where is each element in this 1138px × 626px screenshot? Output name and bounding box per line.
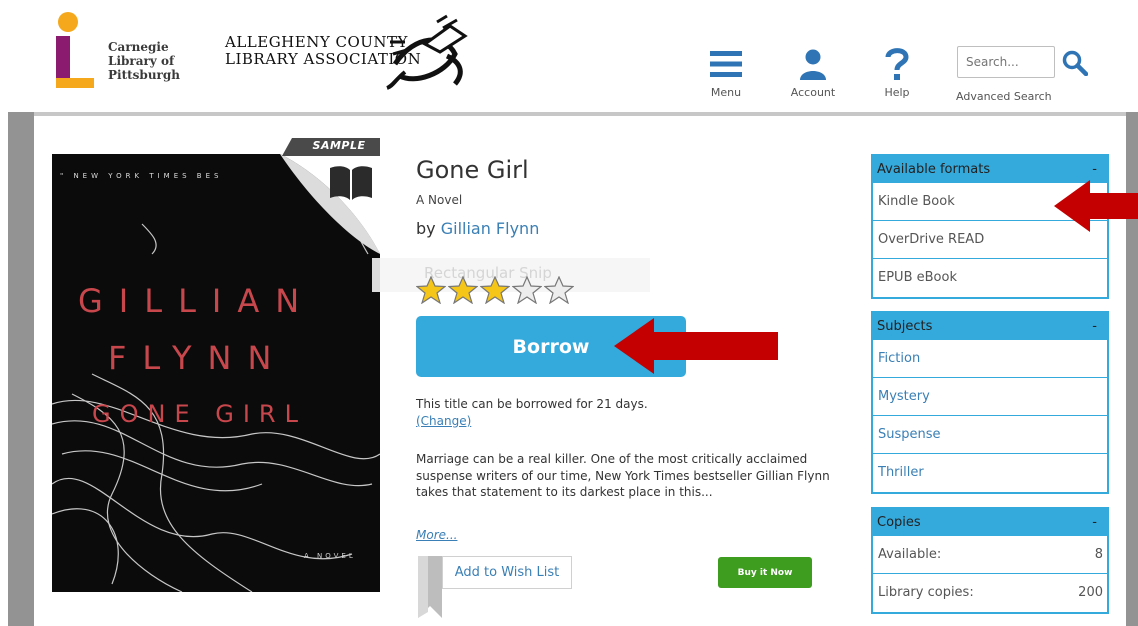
cover-author-first: GILLIAN bbox=[78, 282, 316, 320]
help-label: Help bbox=[884, 86, 910, 99]
copies-panel: Copies - Available: 8 Library copies: 20… bbox=[871, 507, 1109, 614]
carnegie-logo-text: Carnegie Library of Pittsburgh bbox=[108, 40, 180, 82]
site-header: Carnegie Library of Pittsburgh ALLEGHENY… bbox=[0, 0, 1138, 112]
subject-item-thriller[interactable]: Thriller bbox=[873, 454, 1107, 492]
buy-it-now-button[interactable]: Buy it Now bbox=[718, 557, 812, 588]
acla-logo[interactable]: ALLEGHENY COUNTY LIBRARY ASSOCIATION bbox=[225, 14, 485, 94]
author-link[interactable]: Gillian Flynn bbox=[441, 219, 540, 238]
library-copies-label: Library copies: bbox=[878, 585, 974, 600]
formats-panel-header[interactable]: Available formats - bbox=[873, 156, 1107, 183]
add-to-wishlist-button[interactable]: Add to Wish List bbox=[442, 556, 572, 589]
logo-orange-foot bbox=[56, 78, 94, 88]
subjects-collapse-toggle[interactable]: - bbox=[1092, 313, 1097, 340]
star-filled-icon[interactable] bbox=[448, 276, 478, 304]
clp-line-2: Library of bbox=[108, 54, 175, 68]
star-empty-icon[interactable] bbox=[544, 276, 574, 304]
search-icon bbox=[1062, 50, 1088, 76]
cover-author-last: FLYNN bbox=[108, 339, 288, 377]
logo-orange-dot bbox=[58, 12, 78, 32]
menu-nav-item[interactable]: Menu bbox=[704, 46, 748, 106]
copies-collapse-toggle[interactable]: - bbox=[1092, 509, 1097, 536]
star-rating[interactable] bbox=[416, 276, 576, 304]
wishlist-ribbon-icon[interactable] bbox=[418, 556, 442, 618]
copies-panel-header[interactable]: Copies - bbox=[873, 509, 1107, 536]
search-input[interactable] bbox=[957, 46, 1055, 78]
red-arrow-kindle-icon bbox=[1054, 180, 1138, 232]
sample-label[interactable]: SAMPLE bbox=[306, 139, 372, 152]
account-icon bbox=[800, 49, 826, 80]
book-description: Marriage can be a real killer. One of th… bbox=[416, 452, 830, 499]
star-filled-icon[interactable] bbox=[416, 276, 446, 304]
content-frame-left bbox=[8, 112, 34, 626]
menu-icon bbox=[710, 51, 742, 77]
copies-available-value: 8 bbox=[1094, 547, 1103, 562]
formats-panel-title: Available formats bbox=[877, 162, 991, 177]
borrow-period-note: This title can be borrowed for 21 days. bbox=[416, 397, 648, 411]
account-nav-item[interactable]: Account bbox=[783, 46, 843, 106]
library-copies-row: Library copies: 200 bbox=[873, 574, 1107, 612]
subjects-panel-title: Subjects bbox=[877, 319, 933, 334]
clp-line-1: Carnegie bbox=[108, 40, 169, 54]
more-link[interactable]: More... bbox=[416, 528, 457, 542]
copies-available-label: Available: bbox=[878, 547, 942, 562]
copies-panel-title: Copies bbox=[877, 515, 921, 530]
subject-item-suspense[interactable]: Suspense bbox=[873, 416, 1107, 454]
clp-line-3: Pittsburgh bbox=[108, 68, 180, 82]
star-filled-icon[interactable] bbox=[480, 276, 510, 304]
formats-collapse-toggle[interactable]: - bbox=[1092, 156, 1097, 183]
copies-available-row: Available: 8 bbox=[873, 536, 1107, 574]
running-reader-icon bbox=[386, 14, 468, 90]
subjects-panel-header[interactable]: Subjects - bbox=[873, 313, 1107, 340]
help-nav-item[interactable]: Help bbox=[877, 46, 917, 106]
book-byline: by Gillian Flynn bbox=[416, 219, 539, 238]
book-title: Gone Girl bbox=[416, 156, 529, 184]
cover-top-text: " NEW YORK TIMES BES bbox=[60, 172, 223, 180]
by-prefix: by bbox=[416, 219, 441, 238]
menu-label: Menu bbox=[710, 86, 742, 99]
red-arrow-borrow-icon bbox=[614, 318, 778, 374]
format-item-epub[interactable]: EPUB eBook bbox=[873, 259, 1107, 297]
subject-item-fiction[interactable]: Fiction bbox=[873, 340, 1107, 378]
help-icon bbox=[885, 48, 909, 80]
subjects-panel: Subjects - Fiction Mystery Suspense Thri… bbox=[871, 311, 1109, 494]
cover-title-text: GONE GIRL bbox=[92, 400, 307, 428]
library-copies-value: 200 bbox=[1078, 585, 1103, 600]
book-subtitle: A Novel bbox=[416, 193, 463, 207]
account-label: Account bbox=[790, 86, 836, 99]
star-empty-icon[interactable] bbox=[512, 276, 542, 304]
carnegie-library-logo[interactable]: Carnegie Library of Pittsburgh bbox=[52, 12, 192, 98]
content-frame-top bbox=[8, 112, 1138, 116]
search-button[interactable] bbox=[1060, 48, 1090, 78]
subject-item-mystery[interactable]: Mystery bbox=[873, 378, 1107, 416]
advanced-search-link[interactable]: Advanced Search bbox=[956, 90, 1052, 103]
change-period-link[interactable]: (Change) bbox=[416, 414, 471, 428]
cover-novel-label: A NOVEL bbox=[304, 552, 356, 560]
open-book-icon[interactable] bbox=[328, 164, 374, 202]
